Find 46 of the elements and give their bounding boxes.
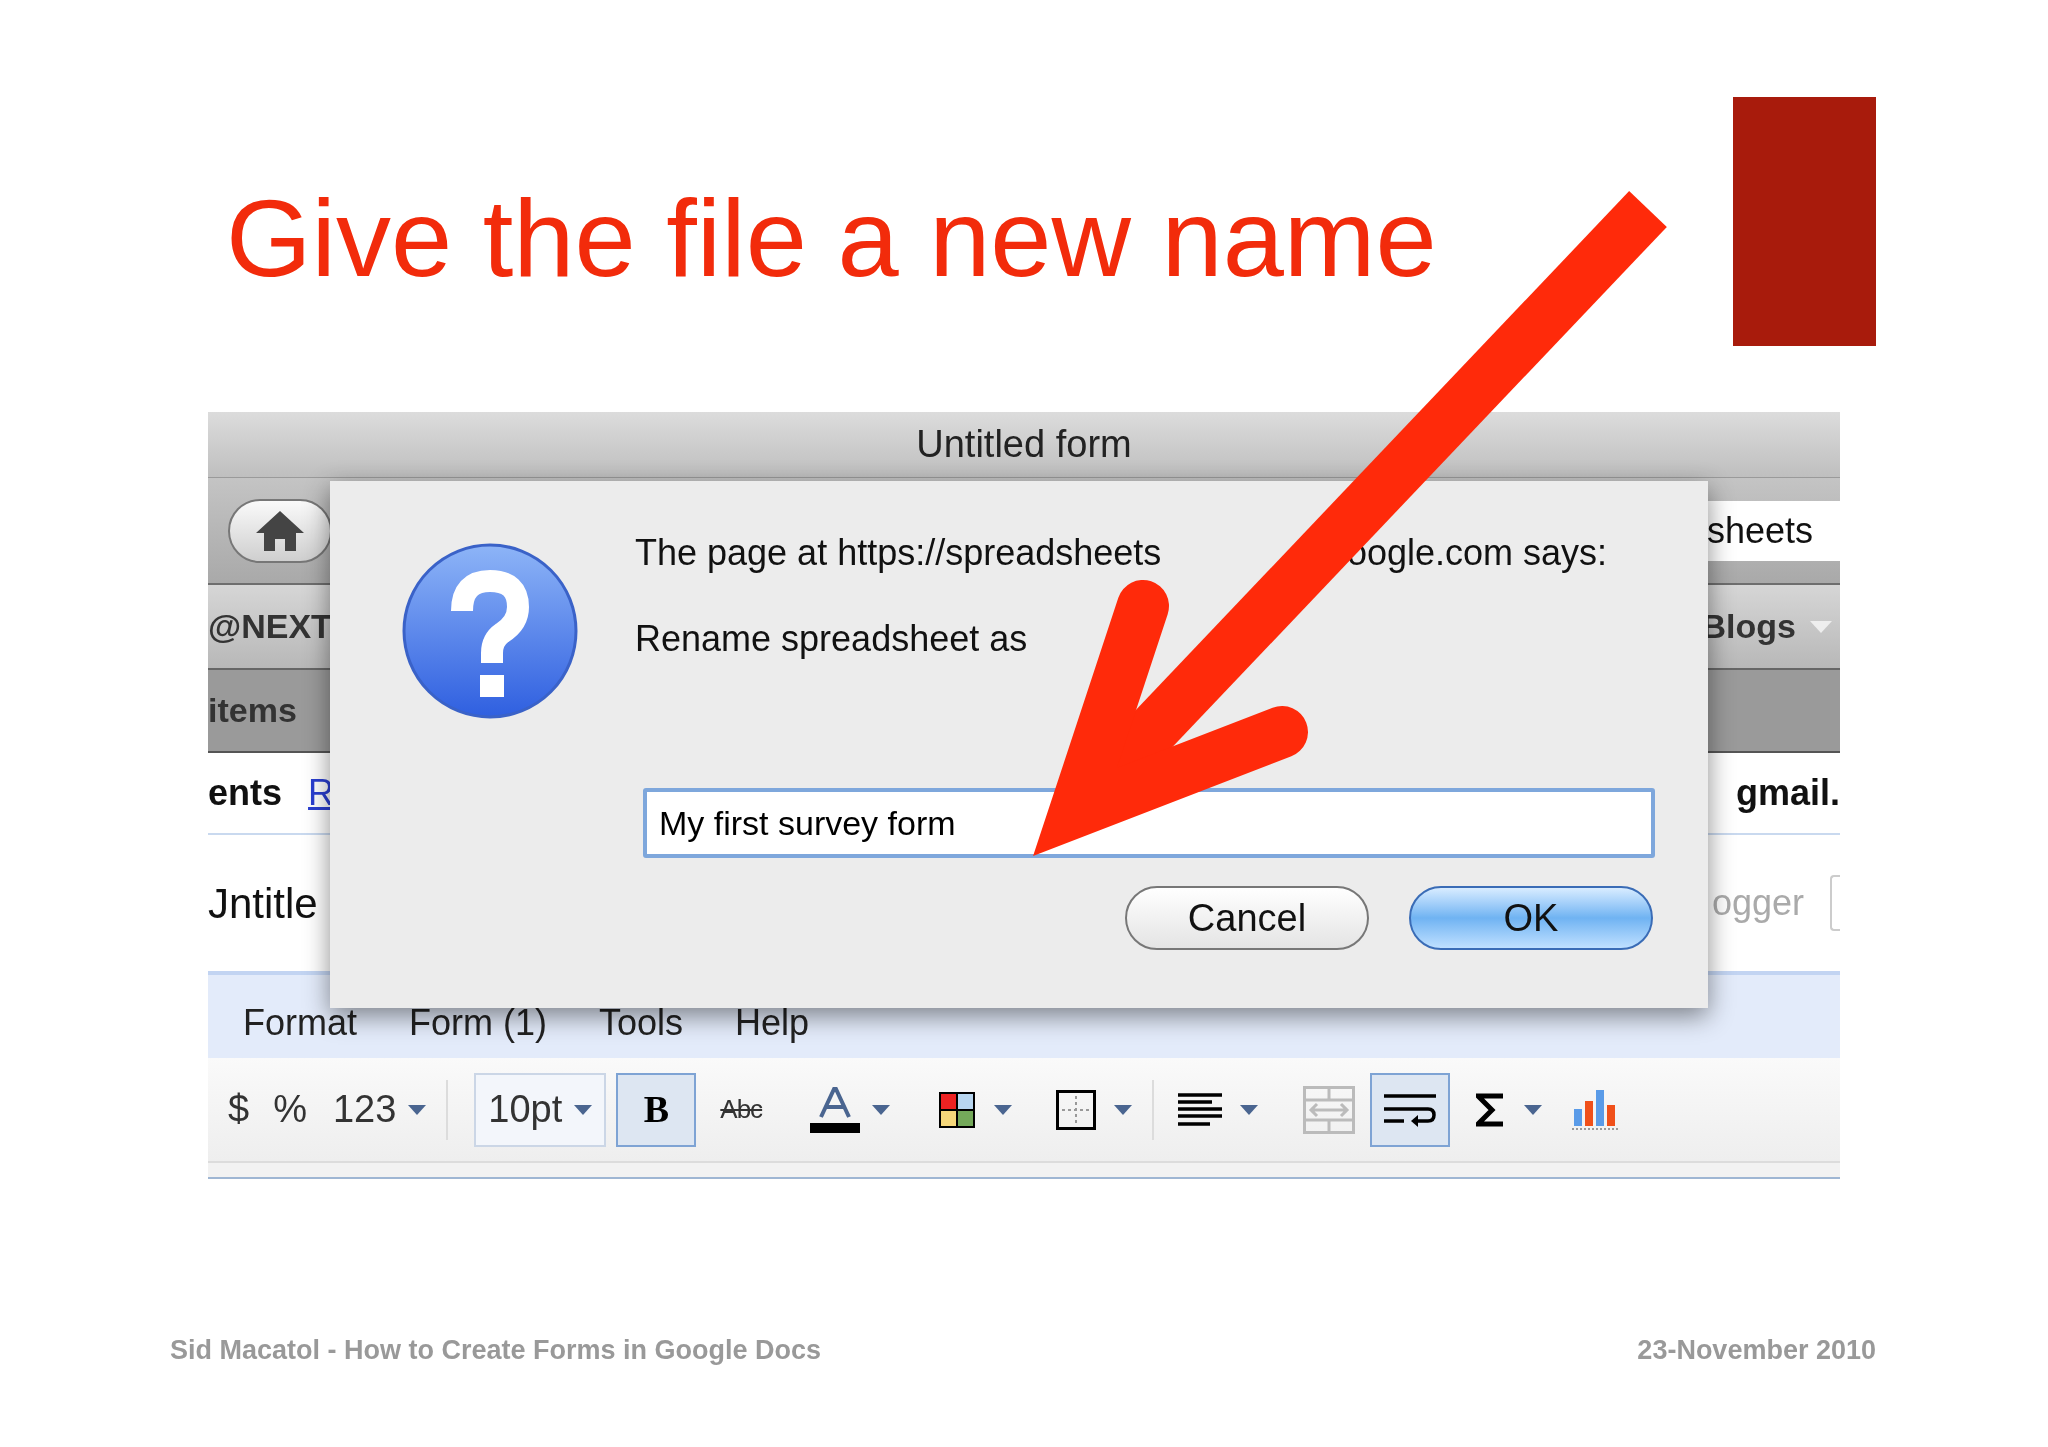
font-size-dropdown[interactable]: 10pt (474, 1072, 607, 1147)
strikethrough-button[interactable]: Abc (712, 1072, 771, 1147)
dropdown-caret-icon[interactable] (574, 1104, 593, 1115)
align-button[interactable] (1178, 1092, 1259, 1127)
text-color-icon (810, 1086, 861, 1133)
default-button[interactable]: OK (1409, 886, 1653, 950)
menu-item[interactable]: Format (243, 996, 357, 1050)
dropdown-caret-icon[interactable] (994, 1104, 1013, 1115)
nav-link[interactable]: ents (208, 766, 283, 820)
align-left-icon (1178, 1092, 1223, 1127)
slide-footer: Sid Macatol - How to Create Forms in Google Docs (170, 1330, 822, 1371)
merge-cells-icon (1303, 1085, 1356, 1134)
fill-color-button[interactable] (938, 1090, 1013, 1129)
color-grid-icon (938, 1090, 977, 1129)
sigma-icon (1476, 1091, 1505, 1128)
wrap-text-button[interactable] (1370, 1072, 1451, 1147)
tab-label[interactable]: items (208, 685, 297, 736)
dropdown-caret-icon[interactable] (1240, 1104, 1259, 1115)
slide-title: Give the file a new name (226, 183, 1437, 293)
dialog-button[interactable]: Cancel (1125, 886, 1369, 950)
home-button[interactable] (228, 498, 332, 563)
wrap-text-icon (1384, 1092, 1437, 1127)
format-button[interactable]: % (261, 1081, 319, 1138)
borders-icon (1056, 1089, 1097, 1130)
account-email: gmail. (1735, 771, 1840, 815)
bold-button[interactable]: B (616, 1072, 697, 1147)
bookmark-link[interactable]: @NEXT (208, 601, 332, 652)
dropdown-caret-icon[interactable] (1114, 1104, 1133, 1115)
number-format-dropdown[interactable]: 123 (332, 1081, 427, 1138)
functions-button[interactable] (1476, 1091, 1543, 1128)
dropdown-caret-icon[interactable] (872, 1104, 891, 1115)
format-button[interactable]: $ (216, 1081, 262, 1138)
document-title: Jntitle (208, 878, 318, 929)
dialog-message: oogle.com says: (1347, 531, 1609, 575)
borders-button[interactable] (1056, 1089, 1133, 1130)
dialog-prompt: Rename spreadsheet as (635, 617, 1028, 661)
slide-date: 23-November 2010 (1637, 1334, 1876, 1367)
home-icon (256, 510, 304, 551)
dialog-message: The page at https://spreadsheets (635, 531, 1162, 575)
text-color-button[interactable] (810, 1086, 891, 1133)
dropdown-caret-icon[interactable] (1524, 1104, 1543, 1115)
question-icon (400, 541, 580, 721)
dropdown-caret-icon[interactable] (408, 1104, 427, 1115)
address-field[interactable]: sheets (1705, 500, 1840, 561)
window-title: Untitled form (916, 422, 1132, 467)
name-input-field[interactable]: My first survey form (643, 788, 1655, 858)
